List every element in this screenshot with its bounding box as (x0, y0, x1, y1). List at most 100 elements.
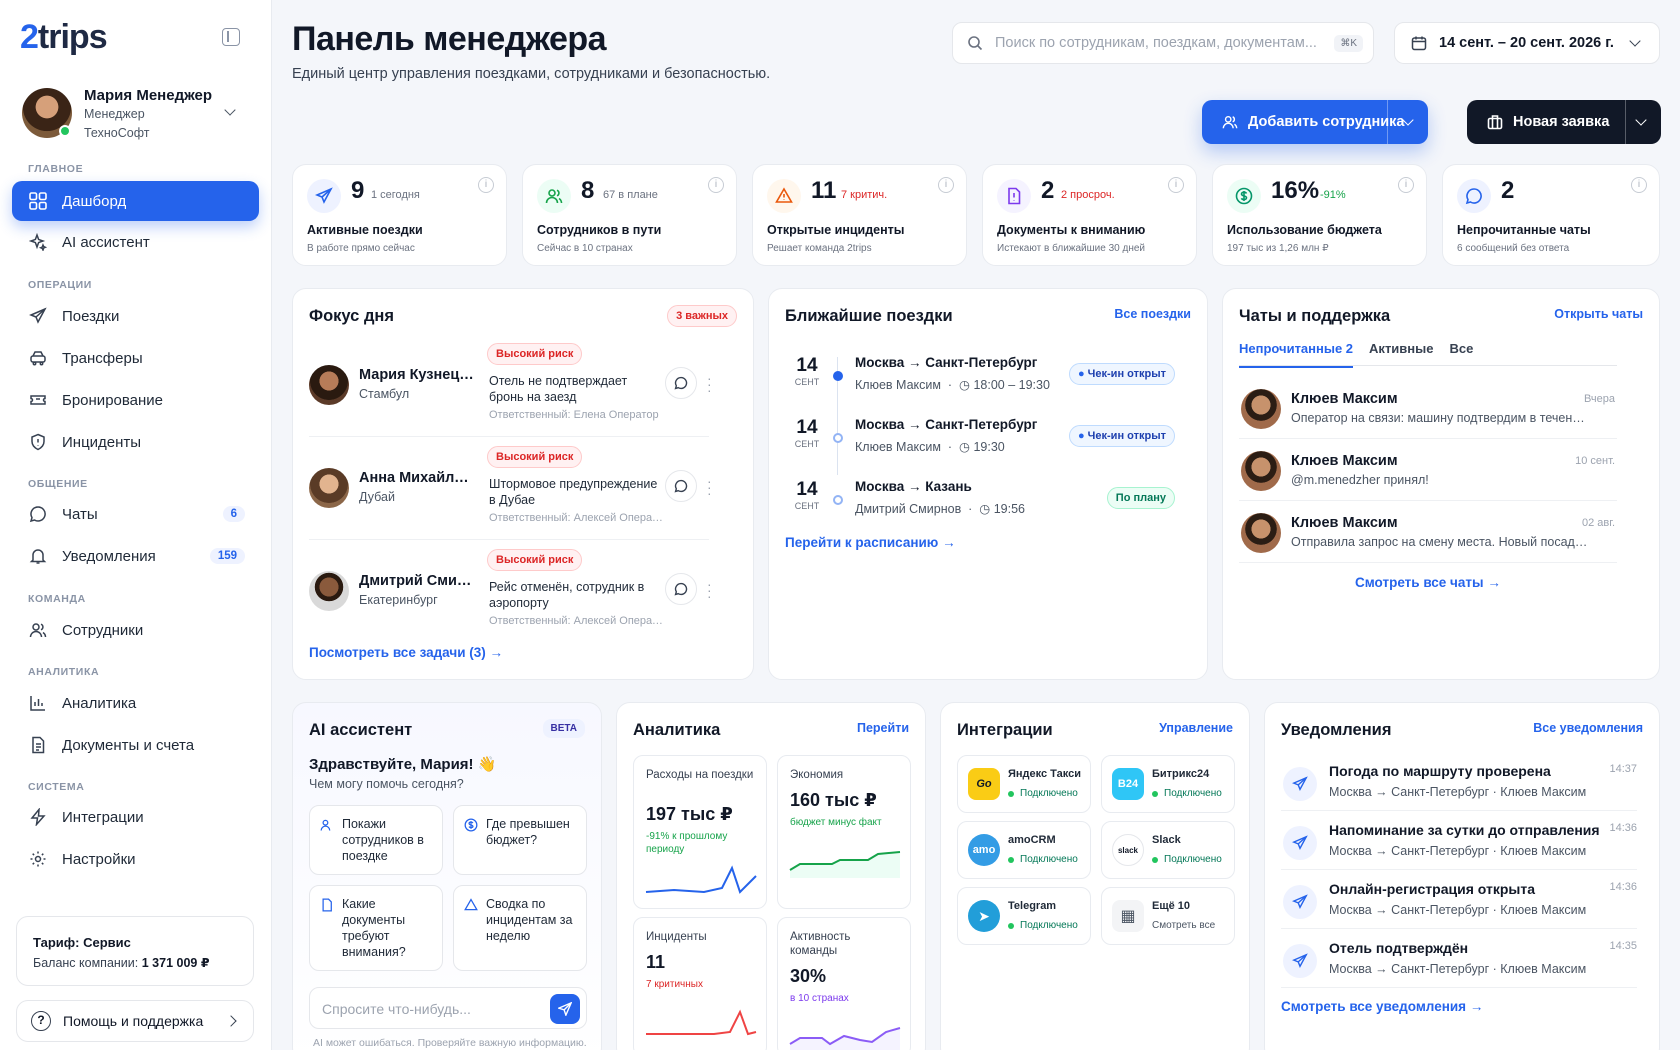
focus-person: Анна Михайлова (359, 470, 475, 486)
stat-card-open-incidents[interactable]: 11 7 критич. Открытые инциденты Решает к… (752, 164, 967, 266)
stat-card-active-trips[interactable]: 9 1 сегодня Активные поездки В работе пр… (292, 164, 507, 266)
chats-count-badge: 6 (222, 506, 245, 522)
info-icon[interactable]: i (1168, 177, 1184, 193)
integration-telegram[interactable]: ➤ Telegram Подключено (957, 887, 1091, 945)
focus-item[interactable]: Анна Михайлова Дубай Высокий риск Штормо… (309, 444, 712, 540)
nav-section-operations: ОПЕРАЦИИ (28, 279, 92, 291)
stat-sub: 2 просроч. (1061, 189, 1115, 201)
user-switcher[interactable]: Мария Менеджер Менеджер ТехноСофт (22, 86, 254, 142)
sidebar-item-analytics[interactable]: Аналитика (12, 683, 259, 723)
manage-integrations-link[interactable]: Управление (1159, 721, 1233, 735)
schedule-link[interactable]: Перейти к расписанию → (785, 535, 956, 550)
info-icon[interactable]: i (1398, 177, 1414, 193)
chat-tabs: Непрочитанные 2 Активные Все (1239, 341, 1473, 368)
new-request-button[interactable]: Новая заявка (1467, 100, 1661, 144)
add-employee-button[interactable]: Добавить сотрудника (1202, 100, 1428, 144)
notification-item[interactable]: Погода по маршруту проверена Москва → Са… (1281, 753, 1637, 811)
stat-desc: 6 сообщений без ответа (1457, 243, 1570, 254)
lightning-icon (28, 807, 48, 827)
beta-badge: BETA (542, 719, 585, 738)
suitcase-icon (1487, 115, 1503, 130)
analytics-link[interactable]: Перейти (857, 721, 909, 735)
integration-bitrix24[interactable]: B24 Битрикс24 Подключено (1101, 755, 1235, 813)
sidebar-item-documents[interactable]: Документы и счета (12, 725, 259, 765)
analytics-metric[interactable]: Расходы на поездки 197 тыс ₽ -91% к прош… (633, 755, 767, 909)
notification-item[interactable]: Напоминание за сутки до отправления Моск… (1281, 812, 1637, 870)
more-icon[interactable]: · · · (707, 371, 712, 397)
integration-slack[interactable]: slack Slack Подключено (1101, 821, 1235, 879)
info-icon[interactable]: i (478, 177, 494, 193)
chevron-down-icon[interactable] (1635, 114, 1647, 126)
logo[interactable]: 2trips (20, 18, 108, 57)
focus-city: Екатеринбург (359, 593, 438, 607)
chat-item[interactable]: Клюев Максим Оператор на связи: машину п… (1239, 379, 1617, 439)
ai-suggestion[interactable]: Где превышен бюджет? (453, 805, 587, 875)
integration-yandex-taxi[interactable]: Go Яндекс Такси Подключено (957, 755, 1091, 813)
ai-suggestion[interactable]: Сводка по инцидентам за неделю (453, 885, 587, 971)
info-icon[interactable]: i (1631, 177, 1647, 193)
grid-icon: ▦ (1112, 900, 1144, 932)
integration-more[interactable]: ▦ Ещё 10 Смотреть все (1101, 887, 1235, 945)
ai-suggestion[interactable]: Покажи сотрудников в поездке (309, 805, 443, 875)
avatar (1241, 513, 1281, 553)
integration-amocrm[interactable]: amo amoCRM Подключено (957, 821, 1091, 879)
sidebar-item-transfers[interactable]: Трансферы (12, 338, 259, 378)
ai-ask-input[interactable]: Спросите что-нибудь... (309, 987, 587, 1029)
help-support-button[interactable]: ? Помощь и поддержка (16, 1000, 254, 1042)
chat-icon[interactable] (665, 367, 697, 399)
trip-day: 14 (796, 355, 818, 376)
view-all-tasks-link[interactable]: Посмотреть все задачи (3) → (309, 645, 503, 660)
tab-unread[interactable]: Непрочитанные 2 (1239, 341, 1354, 368)
stat-card-documents[interactable]: 2 2 просроч. Документы к вниманию Истека… (982, 164, 1197, 266)
focus-person: Дмитрий Смирнов (359, 573, 475, 589)
suggestion-text: Какие документы требуют внимания? (342, 897, 406, 959)
info-icon[interactable]: i (708, 177, 724, 193)
send-button[interactable] (550, 994, 580, 1024)
tab-all[interactable]: Все (1449, 341, 1473, 368)
all-trips-link[interactable]: Все поездки (1114, 307, 1191, 321)
notification-item[interactable]: Отель подтверждён Москва → Санкт-Петербу… (1281, 930, 1637, 988)
chat-item[interactable]: Клюев Максим @m.menedzher принял! 10 сен… (1239, 441, 1617, 501)
trip-item[interactable]: 14 СЕНТ Москва → Казань Дмитрий Смирнов … (785, 473, 1175, 531)
sidebar-item-trips[interactable]: Поездки (12, 296, 259, 336)
trip-item[interactable]: 14 СЕНТ Москва → Санкт-Петербург Клюев М… (785, 349, 1175, 407)
all-notifications-link[interactable]: Все уведомления (1533, 721, 1643, 735)
sidebar-item-label: AI ассистент (62, 233, 150, 251)
date-range-picker[interactable]: 14 сент. – 20 сент. 2026 г. (1394, 22, 1660, 64)
stat-sub: 7 критич. (841, 189, 888, 201)
notification-item[interactable]: Онлайн-регистрация открыта Москва → Санк… (1281, 871, 1637, 929)
sidebar-item-employees[interactable]: Сотрудники (12, 610, 259, 650)
chat-icon[interactable] (665, 573, 697, 605)
sidebar-item-dashboard[interactable]: Дашборд (12, 181, 259, 221)
car-icon (28, 348, 48, 368)
sidebar-item-integrations[interactable]: Интеграции (12, 797, 259, 837)
sidebar-item-booking[interactable]: Бронирование (12, 380, 259, 420)
sidebar-item-ai[interactable]: AI ассистент (12, 222, 259, 262)
trip-item[interactable]: 14 СЕНТ Москва → Санкт-Петербург Клюев М… (785, 411, 1175, 469)
analytics-metric[interactable]: Инциденты 11 7 критичных (633, 917, 767, 1050)
chat-icon[interactable] (665, 470, 697, 502)
sidebar-collapse-icon[interactable] (222, 28, 240, 46)
more-icon[interactable]: · · · (707, 577, 712, 603)
stat-card-unread-chats[interactable]: 2 Непрочитанные чаты 6 сообщений без отв… (1442, 164, 1660, 266)
analytics-metric[interactable]: Экономия 160 тыс ₽ бюджет минус факт (777, 755, 911, 909)
focus-item[interactable]: Мария Кузнецова Стамбул Высокий риск Оте… (309, 341, 712, 437)
view-all-notifications-link[interactable]: Смотреть все уведомления → (1281, 999, 1483, 1014)
stat-card-budget[interactable]: 16% -91% Использование бюджета 197 тыс и… (1212, 164, 1427, 266)
sidebar-item-incidents[interactable]: Инциденты (12, 422, 259, 462)
stat-card-employees-on-road[interactable]: 8 67 в плане Сотрудников в пути Сейчас в… (522, 164, 737, 266)
search-input[interactable]: Поиск по сотрудникам, поездкам, документ… (952, 22, 1374, 64)
sidebar-item-chats[interactable]: Чаты 6 (12, 494, 259, 534)
open-chats-link[interactable]: Открыть чаты (1554, 307, 1643, 321)
analytics-metric[interactable]: Активность команды 30% в 10 странах (777, 917, 911, 1050)
chat-item[interactable]: Клюев Максим Отправила запрос на смену м… (1239, 503, 1617, 563)
more-icon[interactable]: · · · (707, 474, 712, 500)
sidebar-item-notifications[interactable]: Уведомления 159 (12, 536, 259, 576)
tab-active[interactable]: Активные (1369, 341, 1433, 368)
focus-item[interactable]: Дмитрий Смирнов Екатеринбург Высокий рис… (309, 547, 712, 643)
info-icon[interactable]: i (938, 177, 954, 193)
sidebar-item-settings[interactable]: Настройки (12, 839, 259, 879)
ai-suggestion[interactable]: Какие документы требуют внимания? (309, 885, 443, 971)
chat-icon (1457, 179, 1491, 213)
view-all-chats-link[interactable]: Смотреть все чаты → (1355, 575, 1501, 590)
